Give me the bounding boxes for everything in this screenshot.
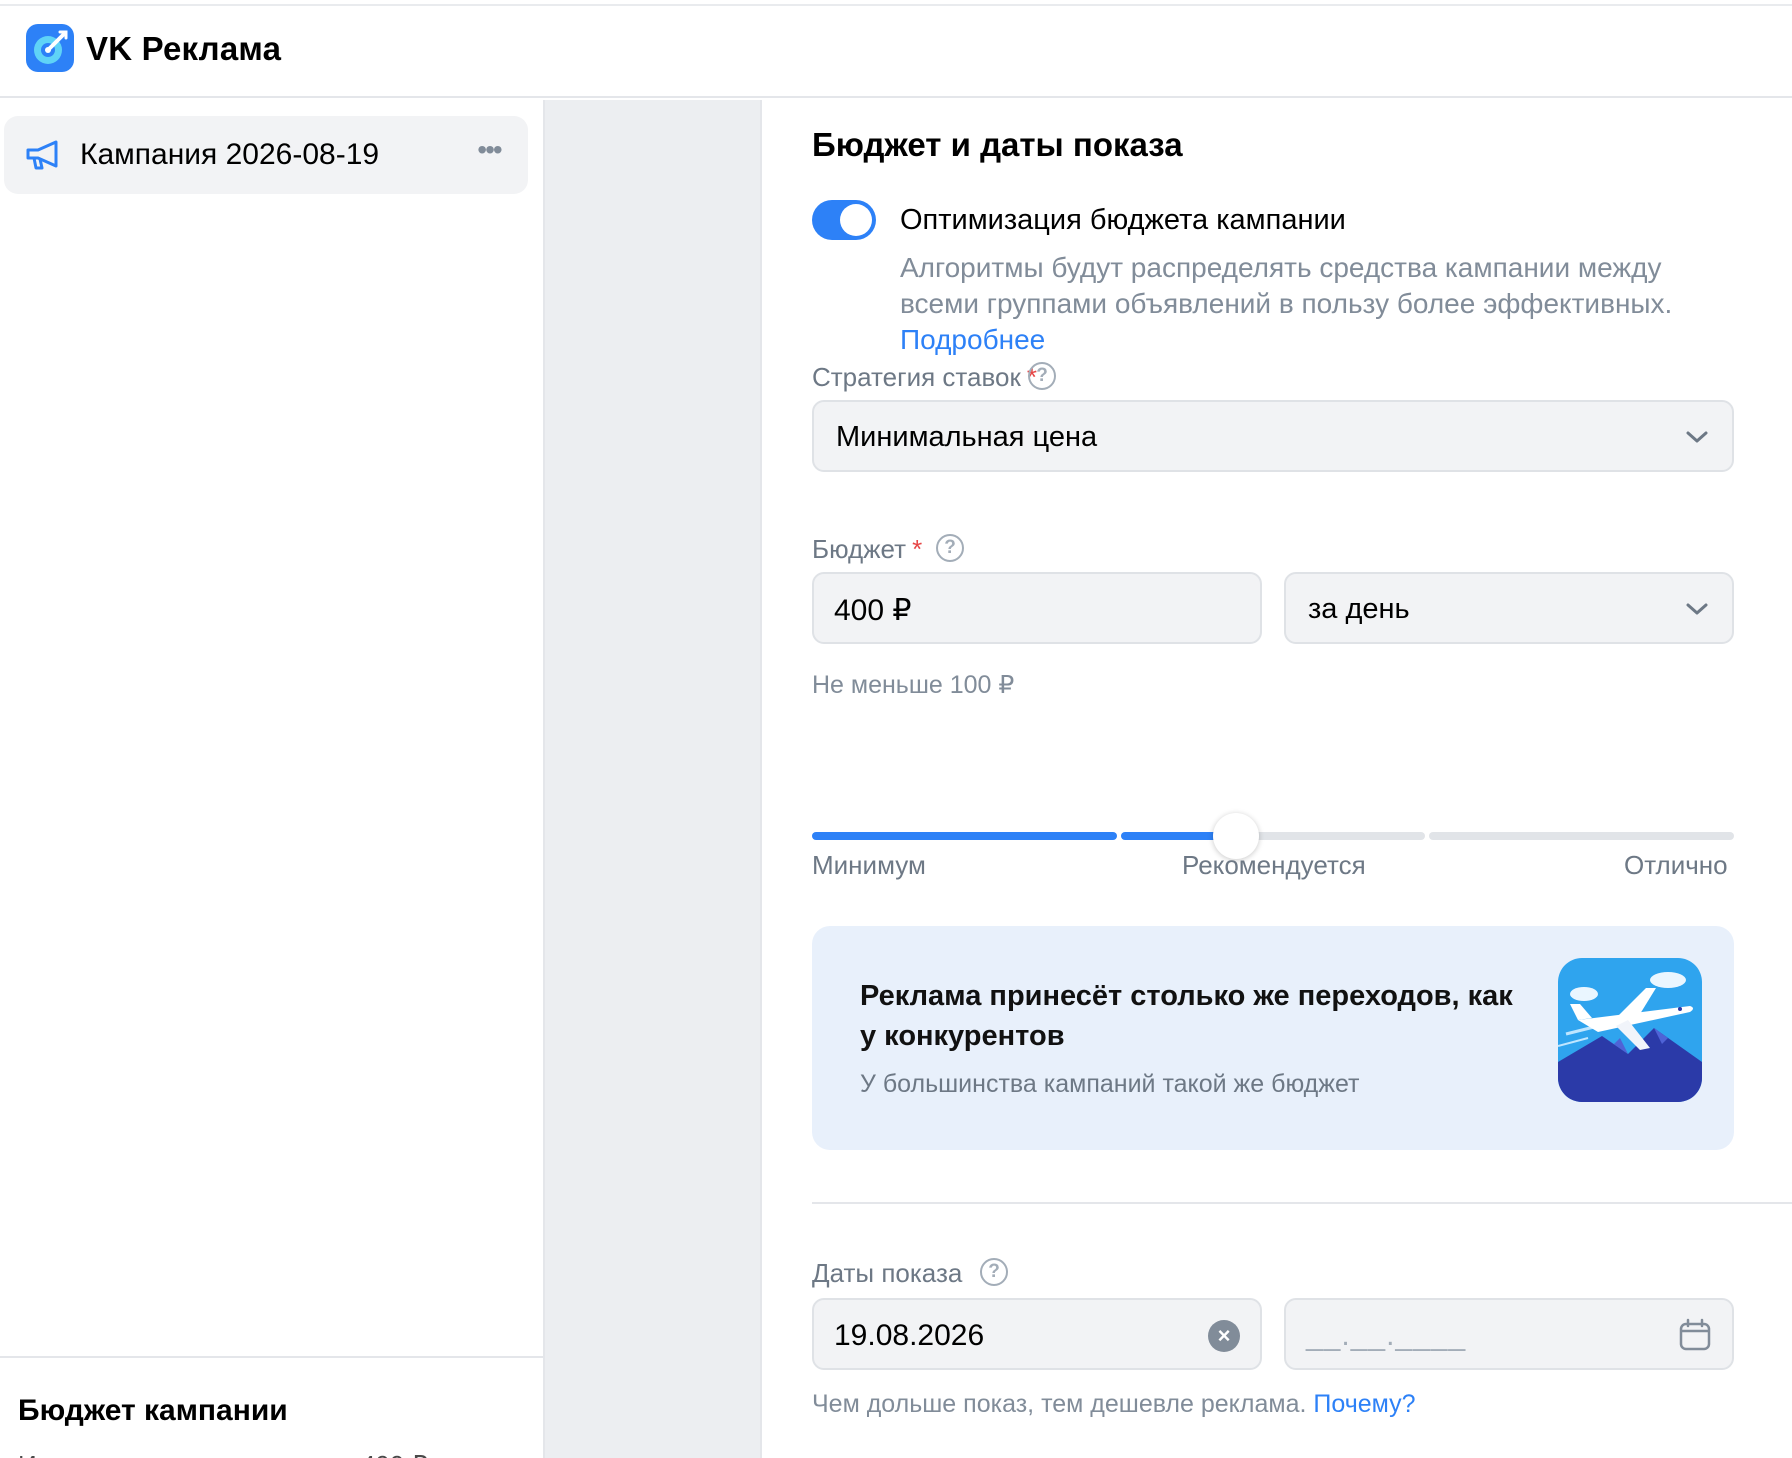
budget-amount-value: 400 ₽ — [834, 594, 912, 627]
start-date-input[interactable]: 19.08.2026 × — [812, 1298, 1262, 1370]
budget-forecast-card: Реклама принесёт столько же переходов, к… — [812, 926, 1734, 1150]
slider-label-min: Минимум — [812, 850, 926, 880]
airplane-illustration-icon — [1558, 958, 1702, 1102]
why-link[interactable]: Почему? — [1313, 1390, 1415, 1418]
megaphone-icon — [26, 140, 58, 170]
start-date-value: 19.08.2026 — [834, 1319, 985, 1352]
end-date-input[interactable]: __.__.____ — [1284, 1298, 1734, 1370]
budget-label: Бюджет * — [812, 534, 922, 565]
section-divider — [812, 1202, 1792, 1204]
slider-segment-min — [812, 832, 1117, 840]
calendar-icon[interactable] — [1678, 1318, 1712, 1352]
slider-segment-recommended — [1120, 832, 1426, 840]
campaign-budget-summary: Бюджет кампании И 400 ₽ — [0, 1356, 543, 1458]
campaign-budget-title: Бюджет кампании — [18, 1394, 288, 1427]
campaign-name: Кампания 2026-08-19 — [80, 138, 380, 171]
budget-optimization-toggle[interactable] — [812, 200, 876, 240]
chevron-down-icon — [1686, 431, 1708, 443]
content-gutter — [545, 100, 760, 1458]
toggle-knob — [840, 204, 872, 236]
slider-label-recommended: Рекомендуется — [1182, 850, 1366, 880]
budget-amount-input[interactable]: 400 ₽ — [812, 572, 1262, 644]
dates-hint: Чем дольше показ, тем дешевле реклама. П… — [812, 1390, 1416, 1419]
dates-hint-text: Чем дольше показ, тем дешевле реклама. — [812, 1390, 1307, 1418]
sidebar-item-campaign[interactable]: Кампания 2026-08-19 ••• — [4, 116, 528, 194]
budget-period-value: за день — [1308, 593, 1410, 625]
top-bar: VK Реклама — [0, 0, 1792, 98]
sidebar: Кампания 2026-08-19 ••• Бюджет кампании … — [0, 100, 545, 1458]
forecast-title: Реклама принесёт столько же переходов, к… — [860, 980, 1513, 1052]
more-icon[interactable]: ••• — [474, 136, 504, 170]
strategy-label-text: Стратегия ставок — [812, 362, 1021, 392]
chevron-down-icon — [1686, 603, 1708, 615]
campaign-budget-row: И 400 ₽ — [18, 1450, 428, 1458]
app-title[interactable]: VK Реклама — [86, 30, 281, 68]
slider-segment-excellent — [1429, 832, 1734, 840]
more-info-link[interactable]: Подробнее — [900, 324, 1045, 355]
top-edge — [0, 0, 1792, 6]
dates-help-icon[interactable]: ? — [980, 1258, 1008, 1286]
strategy-select-value: Минимальная цена — [836, 421, 1098, 453]
clear-icon[interactable]: × — [1208, 1320, 1240, 1352]
campaign-budget-row-value: 400 ₽ — [361, 1450, 428, 1458]
strategy-label: Стратегия ставок * — [812, 362, 1037, 393]
section-title: Бюджет и даты показа — [812, 126, 1183, 163]
strategy-select[interactable]: Минимальная цена — [812, 400, 1734, 472]
dates-label: Даты показа — [812, 1258, 963, 1288]
budget-panel: Бюджет и даты показа Оптимизация бюджета… — [760, 100, 1792, 1458]
budget-label-text: Бюджет — [812, 534, 907, 564]
required-mark: * — [912, 534, 923, 564]
forecast-subtitle: У большинства кампаний такой же бюджет — [860, 1070, 1360, 1098]
budget-optimization-label: Оптимизация бюджета кампании — [900, 204, 1346, 236]
end-date-placeholder: __.__.____ — [1306, 1319, 1467, 1352]
strategy-help-icon[interactable]: ? — [1028, 362, 1056, 390]
budget-min-hint: Не меньше 100 ₽ — [812, 671, 1015, 699]
vk-ads-logo-icon[interactable] — [26, 24, 74, 72]
slider-label-excellent: Отлично — [1624, 850, 1728, 880]
budget-help-icon[interactable]: ? — [936, 534, 964, 562]
campaign-budget-row-label: И — [18, 1450, 37, 1458]
budget-period-select[interactable]: за день — [1284, 572, 1734, 644]
optimization-description-text: Алгоритмы будут распределять средства ка… — [900, 252, 1673, 319]
budget-optimization-description: Алгоритмы будут распределять средства ка… — [900, 250, 1740, 358]
